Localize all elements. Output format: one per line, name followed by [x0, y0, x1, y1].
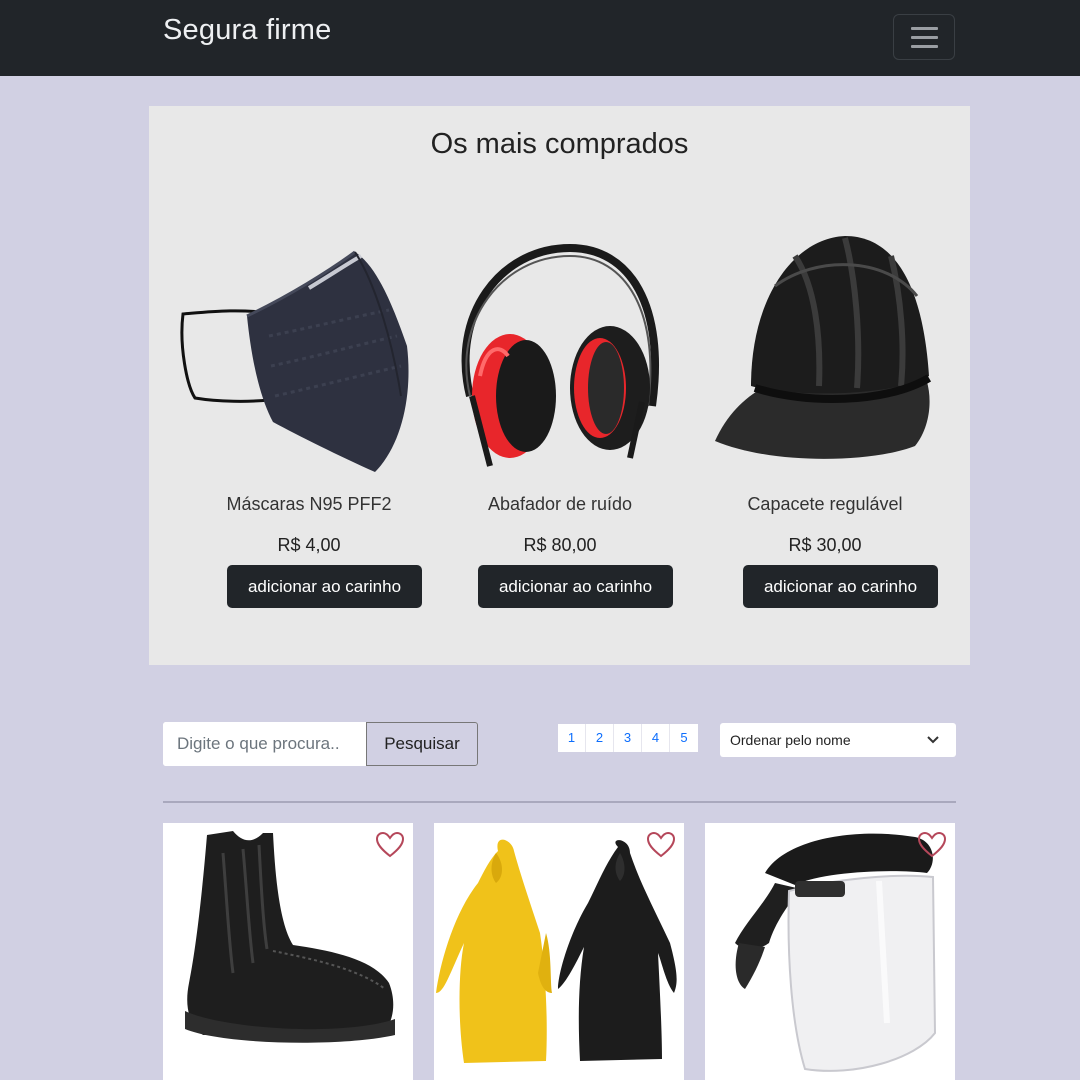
featured-product-card: Abafador de ruído R$ 80,00 adicionar ao …	[430, 226, 690, 626]
sort-selected-label: Ordenar pelo nome	[730, 732, 851, 748]
featured-section: Os mais comprados Máscaras N95 PFF2 R$ 4…	[149, 106, 970, 665]
page-link-5[interactable]: 5	[670, 724, 698, 752]
heart-icon[interactable]	[646, 831, 676, 859]
add-to-cart-button[interactable]: adicionar ao carinho	[227, 565, 422, 608]
brand-title[interactable]: Segura firme	[163, 14, 331, 47]
product-card[interactable]	[705, 823, 955, 1080]
product-price: R$ 30,00	[788, 535, 862, 555]
heart-icon[interactable]	[375, 831, 405, 859]
raincoats-image	[436, 839, 677, 1063]
featured-product-card: Capacete regulável R$ 30,00 adicionar ao…	[695, 226, 955, 626]
add-to-cart-button[interactable]: adicionar ao carinho	[478, 565, 673, 608]
add-to-cart-button[interactable]: adicionar ao carinho	[743, 565, 938, 608]
search-input[interactable]	[163, 722, 366, 766]
product-card[interactable]	[434, 823, 684, 1080]
search-button[interactable]: Pesquisar	[366, 722, 478, 766]
section-divider	[163, 801, 956, 803]
product-price: R$ 80,00	[523, 535, 597, 555]
face-shield-image	[735, 833, 937, 1072]
n95-mask-image	[180, 250, 409, 472]
hamburger-menu-icon[interactable]	[893, 14, 955, 60]
chevron-down-icon	[927, 736, 939, 744]
featured-product-card: Máscaras N95 PFF2 R$ 4,00 adicionar ao c…	[179, 226, 439, 626]
page-link-3[interactable]: 3	[614, 724, 642, 752]
search-group: Pesquisar	[163, 722, 478, 766]
sort-select[interactable]: Ordenar pelo nome	[720, 723, 956, 757]
featured-title: Os mais comprados	[430, 128, 689, 160]
product-card[interactable]	[163, 823, 413, 1080]
earmuffs-image	[461, 243, 659, 467]
heart-icon[interactable]	[917, 831, 947, 859]
pagination: 1 2 3 4 5	[558, 724, 698, 752]
navbar: Segura firme	[0, 0, 1080, 76]
page-link-4[interactable]: 4	[642, 724, 670, 752]
product-name: Abafador de ruído	[487, 494, 633, 514]
product-price: R$ 4,00	[277, 535, 341, 555]
page-link-2[interactable]: 2	[586, 724, 614, 752]
hard-hat-image	[715, 236, 932, 459]
product-name: Capacete regulável	[747, 494, 903, 514]
page-link-1[interactable]: 1	[558, 724, 586, 752]
product-name: Máscaras N95 PFF2	[226, 494, 392, 514]
safety-boot-image	[185, 831, 395, 1043]
